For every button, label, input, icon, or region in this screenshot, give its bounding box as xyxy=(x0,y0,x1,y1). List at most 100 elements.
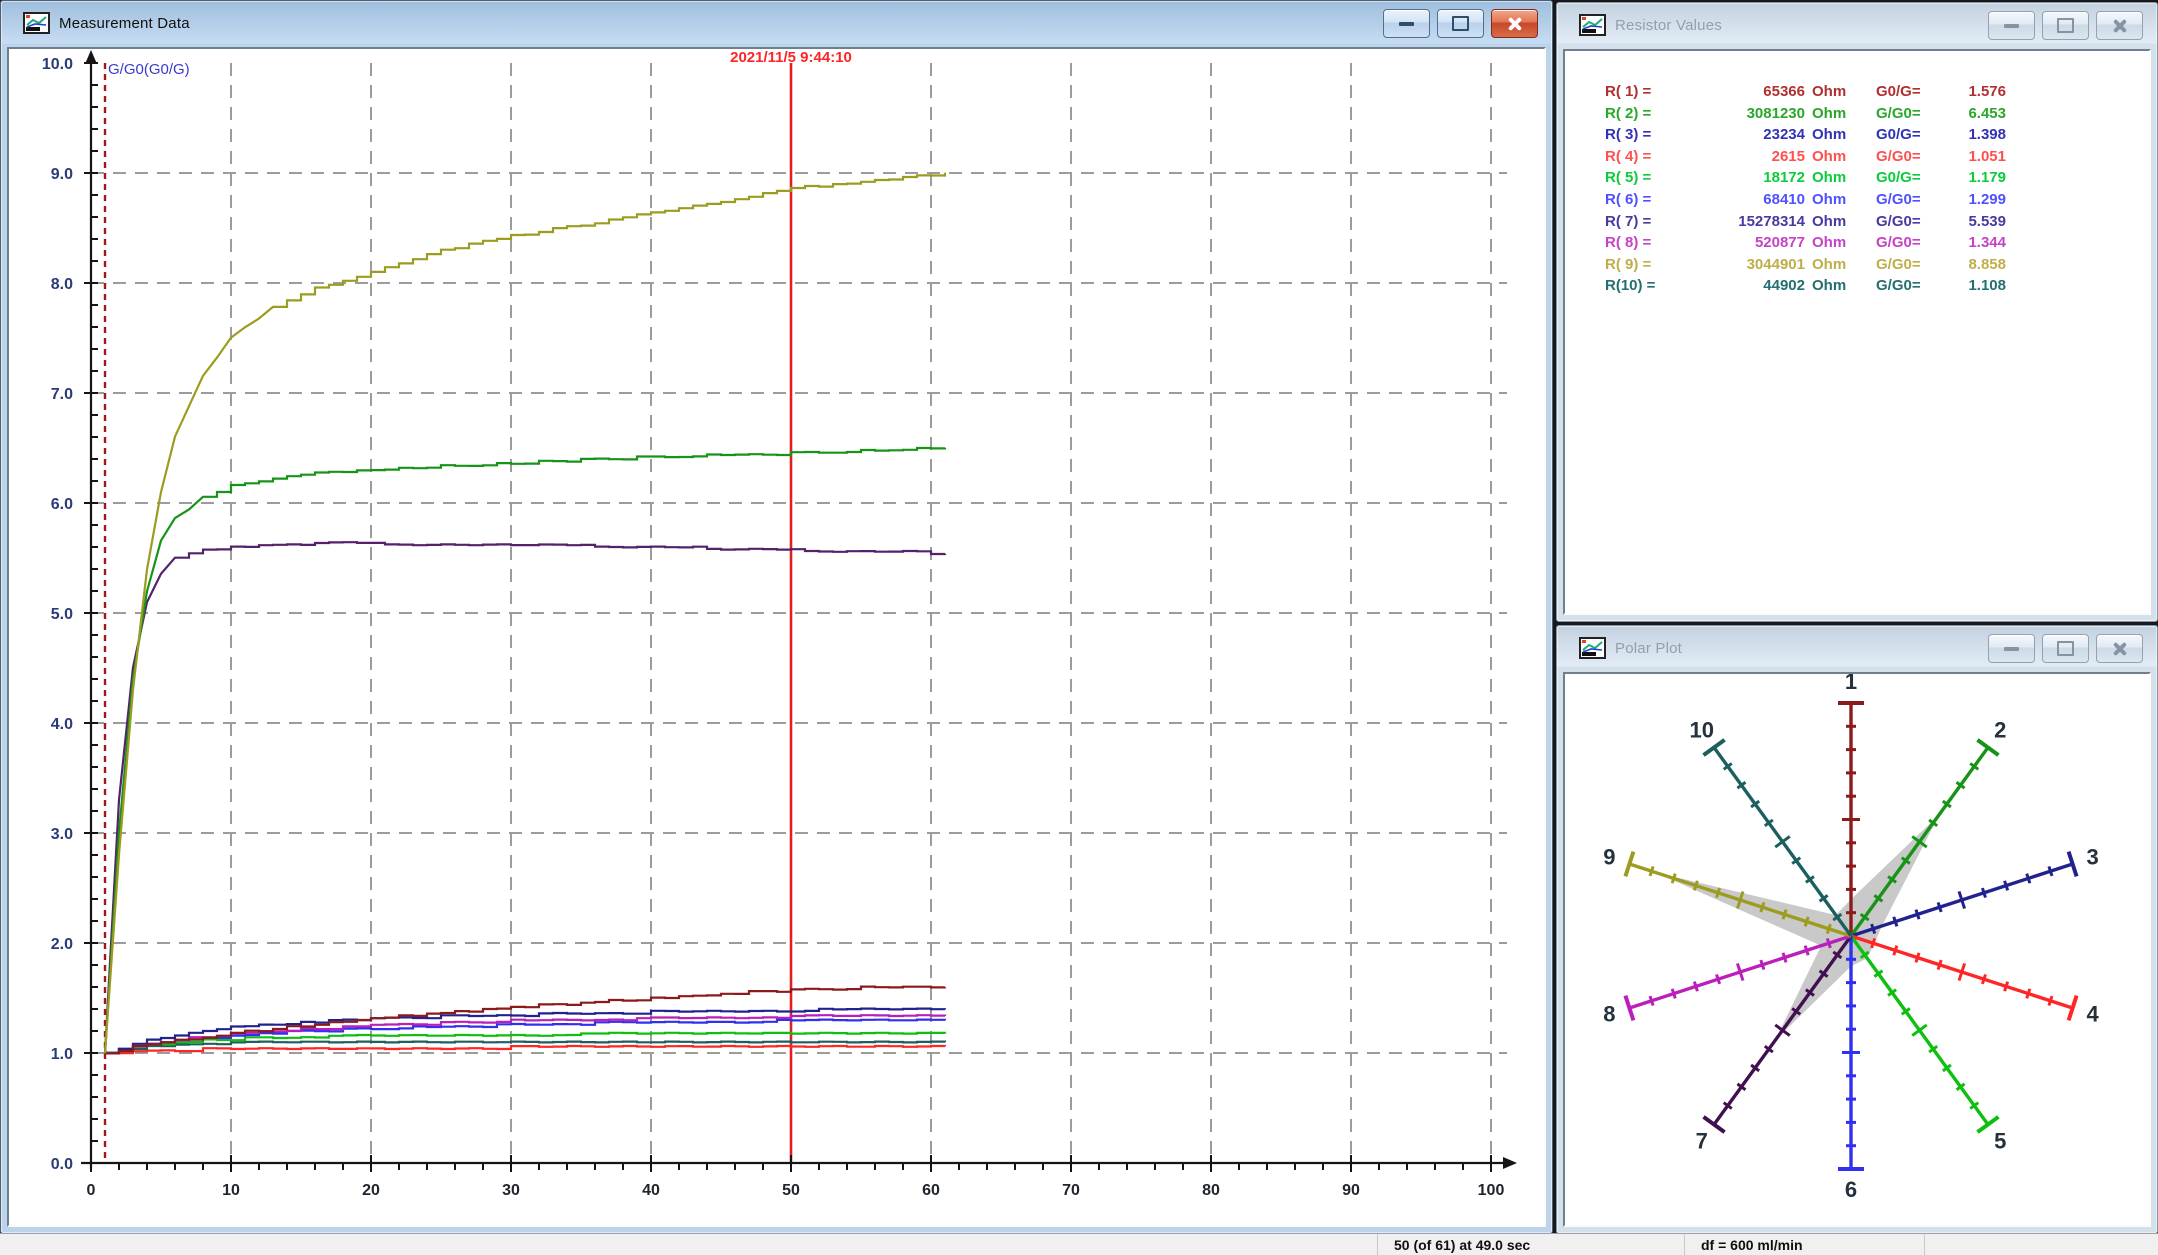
radar-axis-label: 8 xyxy=(1603,1002,1615,1027)
radar-axis-label: 5 xyxy=(1994,1129,2006,1154)
polar-plot-client: 12345678910 xyxy=(1563,672,2151,1227)
chart-window-icon xyxy=(1579,637,1606,659)
ratio-label: G/G0= xyxy=(1876,275,1942,297)
resistor-row: R( 4) =2615OhmG/G0=1.051 xyxy=(1605,146,2149,168)
minimize-button[interactable] xyxy=(1988,634,2035,663)
resistor-value: 65366 xyxy=(1683,81,1805,103)
close-button[interactable] xyxy=(1491,9,1538,38)
ratio-label: G/G0= xyxy=(1876,232,1942,254)
x-tick-label: 80 xyxy=(1202,1182,1220,1199)
radar-axis-tick xyxy=(2005,982,2008,992)
minimize-icon xyxy=(2004,24,2019,28)
resistor-row: R( 3) =23234OhmG0/G=1.398 xyxy=(1605,124,2149,146)
x-tick-label: 90 xyxy=(1342,1182,1360,1199)
restore-icon xyxy=(1452,16,1469,31)
x-tick-label: 60 xyxy=(922,1182,940,1199)
resistor-unit: Ohm xyxy=(1805,81,1864,103)
restore-icon xyxy=(2057,641,2074,656)
resistor-label: R( 1) = xyxy=(1605,81,1683,103)
radar-axis-tick xyxy=(1938,960,1941,970)
ratio-value: 6.453 xyxy=(1942,103,2006,125)
chart-window-icon xyxy=(1579,14,1606,36)
status-bar: 50 (of 61) at 49.0 sec df = 600 ml/min xyxy=(0,1233,2158,1255)
cursor-timestamp: 2021/11/5 9:44:10 xyxy=(730,49,852,66)
radar-axis-label: 9 xyxy=(1603,845,1615,870)
resistor-value: 44902 xyxy=(1683,275,1805,297)
restore-button[interactable] xyxy=(2042,634,2089,663)
y-tick-label: 0.0 xyxy=(51,1156,73,1173)
radar-axis-tick xyxy=(1916,953,1919,963)
resistor-label: R( 2) = xyxy=(1605,103,1683,125)
status-progress: 50 (of 61) at 49.0 sec xyxy=(1378,1234,1685,1255)
resistor-unit: Ohm xyxy=(1805,146,1864,168)
ratio-label: G/G0= xyxy=(1876,189,1942,211)
x-tick-label: 40 xyxy=(642,1182,660,1199)
minimize-button[interactable] xyxy=(1383,9,1430,38)
radar-axis-tick xyxy=(2049,996,2052,1006)
resistor-row: R( 6) =68410OhmG/G0=1.299 xyxy=(1605,189,2149,211)
x-tick-label: 0 xyxy=(87,1182,96,1199)
radar-axis-tick xyxy=(1694,982,1697,992)
ratio-value: 1.051 xyxy=(1942,146,2006,168)
resistor-label: R( 8) = xyxy=(1605,232,1683,254)
resistor-label: R( 5) = xyxy=(1605,167,1683,189)
status-seg-empty xyxy=(0,1234,1378,1255)
radar-axis-tick xyxy=(1982,888,1985,898)
polar-plot-window: Polar Plot 12345678910 xyxy=(1556,625,2158,1234)
measurement-chart-area[interactable]: 2021/11/5 9:44:1001020304050607080901000… xyxy=(7,47,1546,1227)
window-title: Resistor Values xyxy=(1615,17,1722,34)
polar-chart[interactable]: 12345678910 xyxy=(1565,674,2149,1225)
resistor-row: R( 7) =15278314OhmG/G0=5.539 xyxy=(1605,211,2149,233)
polar-plot-titlebar[interactable]: Polar Plot xyxy=(1557,626,2157,670)
window-title: Measurement Data xyxy=(59,15,190,32)
x-tick-label: 50 xyxy=(782,1182,800,1199)
status-seg-end xyxy=(1925,1234,2158,1255)
restore-button[interactable] xyxy=(2042,11,2089,40)
status-flow-text: df = 600 ml/min xyxy=(1701,1237,1803,1253)
close-button[interactable] xyxy=(2096,11,2143,40)
radar-axis-tick xyxy=(1894,917,1897,927)
y-tick-label: 2.0 xyxy=(51,936,73,953)
resistor-value: 520877 xyxy=(1683,232,1805,254)
ratio-value: 1.344 xyxy=(1942,232,2006,254)
resistor-values-client: R( 1) =65366OhmG0/G=1.576R( 2) =3081230O… xyxy=(1563,49,2151,615)
resistor-value: 15278314 xyxy=(1683,211,1805,233)
polar-chart-svg[interactable]: 12345678910 xyxy=(1565,674,2151,1227)
y-axis-arrow xyxy=(85,50,97,64)
resistor-unit: Ohm xyxy=(1805,124,1864,146)
resistor-values-titlebar[interactable]: Resistor Values xyxy=(1557,3,2157,47)
resistor-label: R( 9) = xyxy=(1605,254,1683,276)
ratio-label: G0/G= xyxy=(1876,124,1942,146)
resistor-unit: Ohm xyxy=(1805,254,1864,276)
y-tick-label: 8.0 xyxy=(51,276,73,293)
resistor-values-window: Resistor Values R( 1) =65366OhmG0/G=1.57… xyxy=(1556,2,2158,622)
ratio-value: 1.108 xyxy=(1942,275,2006,297)
radar-axis-tick xyxy=(1775,836,1790,847)
minimize-icon xyxy=(1399,22,1414,26)
restore-button[interactable] xyxy=(1437,9,1484,38)
resistor-unit: Ohm xyxy=(1805,103,1864,125)
radar-axis-tick xyxy=(1650,866,1653,876)
measurement-chart[interactable]: 2021/11/5 9:44:1001020304050607080901000… xyxy=(9,49,1544,1225)
y-tick-label: 9.0 xyxy=(51,166,73,183)
resistor-list: R( 1) =65366OhmG0/G=1.576R( 2) =3081230O… xyxy=(1565,51,2149,297)
measurement-chart-svg[interactable]: 2021/11/5 9:44:1001020304050607080901000… xyxy=(9,49,1544,1225)
y-tick-label: 6.0 xyxy=(51,496,73,513)
close-icon xyxy=(2111,19,2129,33)
close-icon xyxy=(2111,642,2129,656)
x-tick-label: 30 xyxy=(502,1182,520,1199)
resistor-row: R(10) =44902OhmG/G0=1.108 xyxy=(1605,275,2149,297)
radar-axis-tick xyxy=(2049,866,2052,876)
y-tick-label: 5.0 xyxy=(51,606,73,623)
x-axis-arrow xyxy=(1503,1157,1517,1169)
radar-axis-label: 3 xyxy=(2086,845,2098,870)
radar-axis-label: 7 xyxy=(1696,1129,1708,1154)
resistor-row: R( 2) =3081230OhmG/G0=6.453 xyxy=(1605,103,2149,125)
minimize-button[interactable] xyxy=(1988,11,2035,40)
y-tick-label: 4.0 xyxy=(51,716,73,733)
measurement-data-window: Measurement Data 2021/11/5 9:44:10010203… xyxy=(0,0,1553,1234)
measurement-data-titlebar[interactable]: Measurement Data xyxy=(1,1,1552,45)
close-button[interactable] xyxy=(2096,634,2143,663)
window-title: Polar Plot xyxy=(1615,640,1682,657)
ratio-label: G/G0= xyxy=(1876,146,1942,168)
